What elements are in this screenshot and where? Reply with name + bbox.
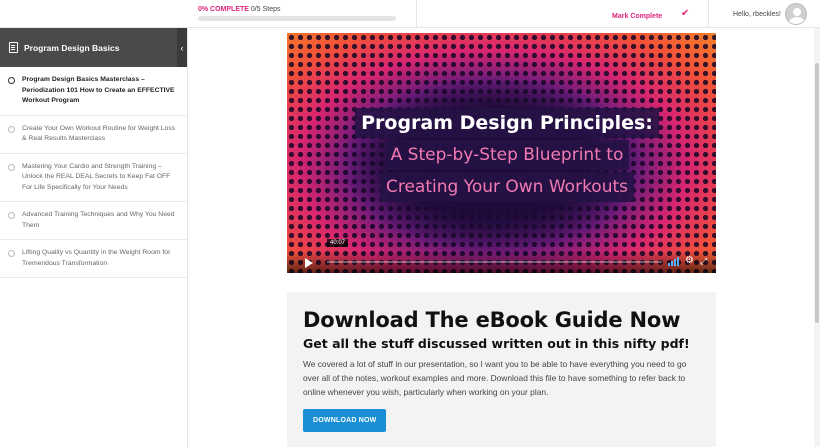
video-controls: 40:07 ⚙ ⤢ [287, 239, 716, 273]
volume-icon[interactable] [668, 256, 680, 266]
book-icon [9, 42, 18, 53]
video-title-line-1: Program Design Principles: [355, 108, 659, 138]
lesson-status-icon [8, 250, 15, 257]
progress-percent: 0% COMPLETE [198, 6, 249, 13]
user-greeting: Hello, rbeckles! [733, 11, 781, 18]
avatar[interactable] [785, 3, 807, 25]
top-bar: 0% COMPLETE 0/5 Steps Mark Complete ✔ He… [0, 0, 820, 28]
video-title-card: Program Design Principles: A Step-by-Ste… [347, 108, 667, 204]
scrollbar-thumb[interactable] [815, 63, 819, 323]
fullscreen-icon[interactable]: ⤢ [700, 256, 707, 266]
lesson-status-icon [8, 77, 15, 84]
lesson-label: Advanced Training Techniques and Why You… [22, 211, 175, 229]
collapse-sidebar-chevron-icon[interactable]: ‹ [177, 28, 187, 67]
video-player[interactable]: Program Design Principles: A Step-by-Ste… [287, 33, 716, 273]
video-title-line-2: A Step-by-Step Blueprint to [384, 140, 630, 170]
lesson-label: Mastering Your Cardio and Strength Train… [22, 162, 171, 191]
course-progress: 0% COMPLETE 0/5 Steps [198, 6, 398, 21]
mark-complete-button[interactable]: Mark Complete [612, 13, 662, 20]
play-icon[interactable] [305, 258, 313, 268]
lesson-label: Create Your Own Workout Routine for Weig… [22, 124, 176, 143]
page-scrollbar[interactable] [814, 28, 820, 447]
lesson-item[interactable]: Advanced Training Techniques and Why You… [0, 202, 187, 240]
lesson-label: Lifting Quality vs Quantity in the Weigh… [22, 249, 171, 267]
lesson-status-icon [8, 125, 15, 133]
lesson-item[interactable]: Program Design Basics Masterclass – Peri… [0, 67, 187, 116]
lesson-item[interactable]: Lifting Quality vs Quantity in the Weigh… [0, 240, 187, 278]
video-scrubber[interactable] [327, 261, 662, 263]
progress-bar [198, 16, 396, 21]
sidebar-title: Program Design Basics [24, 42, 120, 53]
ebook-description: We covered a lot of stuff in our present… [303, 359, 687, 397]
lesson-status-icon [8, 163, 15, 171]
video-title-line-3: Creating Your Own Workouts [379, 172, 635, 202]
lesson-item[interactable]: Create Your Own Workout Routine for Weig… [0, 116, 187, 154]
video-duration: 40:07 [327, 239, 349, 247]
ebook-heading: Download The eBook Guide Now [303, 308, 681, 332]
divider [708, 0, 709, 28]
course-sidebar: Program Design Basics ‹ Program Design B… [0, 28, 188, 447]
progress-steps: 0/5 Steps [250, 6, 281, 13]
lesson-label: Program Design Basics Masterclass – Peri… [22, 76, 175, 104]
lesson-item[interactable]: Mastering Your Cardio and Strength Train… [0, 154, 187, 202]
divider [416, 0, 417, 28]
lesson-status-icon [8, 212, 15, 219]
progress-text: 0% COMPLETE 0/5 Steps [198, 6, 398, 13]
checkmark-icon[interactable]: ✔ [681, 8, 689, 19]
ebook-subheading: Get all the stuff discussed written out … [303, 336, 690, 351]
sidebar-header: Program Design Basics ‹ [0, 28, 187, 67]
download-now-button[interactable]: DOWNLOAD NOW [303, 409, 387, 432]
ebook-section: Download The eBook Guide Now Get all the… [287, 292, 716, 447]
gear-icon[interactable]: ⚙ [685, 256, 694, 266]
